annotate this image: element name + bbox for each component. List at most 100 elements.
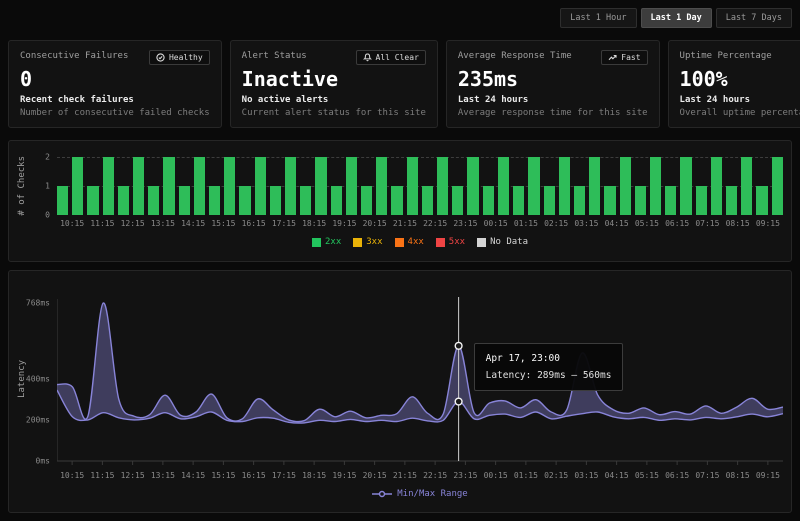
- check-bar[interactable]: [559, 157, 570, 215]
- latency-area-chart: [57, 291, 783, 467]
- check-bar[interactable]: [574, 186, 585, 215]
- x-tick-label: 11:15: [87, 471, 117, 480]
- check-bar[interactable]: [179, 186, 190, 215]
- card-description: Average response time for this site: [458, 108, 648, 118]
- card-subtitle: Recent check failures: [20, 95, 210, 105]
- card-title: Uptime Percentage: [680, 50, 772, 61]
- x-tick-label: 05:15: [632, 471, 662, 480]
- check-bar[interactable]: [87, 186, 98, 215]
- check-bar[interactable]: [711, 157, 722, 215]
- check-bar[interactable]: [513, 186, 524, 215]
- time-range-button-last-1-day[interactable]: Last 1 Day: [641, 8, 712, 28]
- x-tick-label: 07:15: [692, 471, 722, 480]
- x-tick-label: 01:15: [511, 219, 541, 228]
- check-bar[interactable]: [604, 186, 615, 215]
- x-tick-label: 22:15: [420, 471, 450, 480]
- card-description: Number of consecutive failed checks: [20, 108, 210, 118]
- check-bar[interactable]: [620, 157, 631, 215]
- check-bar[interactable]: [452, 186, 463, 215]
- check-bar[interactable]: [376, 157, 387, 215]
- legend-label: 3xx: [366, 237, 382, 247]
- check-bar[interactable]: [772, 157, 783, 215]
- stat-card-alert-status: Alert StatusAll ClearInactiveNo active a…: [230, 40, 438, 128]
- check-bar[interactable]: [407, 157, 418, 215]
- check-bar[interactable]: [72, 157, 83, 215]
- legend-item-5xx: 5xx: [436, 237, 465, 247]
- tooltip-value: Latency: 289ms – 560ms: [486, 370, 612, 381]
- x-tick-label: 03:15: [571, 471, 601, 480]
- check-bar[interactable]: [57, 186, 68, 215]
- check-bar[interactable]: [285, 157, 296, 215]
- legend-label: 2xx: [325, 237, 341, 247]
- check-bar[interactable]: [437, 157, 448, 215]
- check-bar[interactable]: [224, 157, 235, 215]
- card-title: Consecutive Failures: [20, 50, 128, 61]
- check-bar[interactable]: [239, 186, 250, 215]
- latency-ytick-label: 200ms: [26, 415, 50, 424]
- check-bar[interactable]: [118, 186, 129, 215]
- x-tick-label: 16:15: [239, 219, 269, 228]
- x-tick-label: 14:15: [178, 471, 208, 480]
- stat-cards-row: Consecutive FailuresHealthy0Recent check…: [8, 40, 792, 128]
- card-title: Alert Status: [242, 50, 307, 61]
- check-bar[interactable]: [544, 186, 555, 215]
- check-bar[interactable]: [300, 186, 311, 215]
- check-bar[interactable]: [635, 186, 646, 215]
- check-bar[interactable]: [103, 157, 114, 215]
- check-circle-icon: [156, 53, 165, 62]
- check-bar[interactable]: [346, 157, 357, 215]
- check-bar[interactable]: [665, 186, 676, 215]
- x-tick-label: 23:15: [450, 219, 480, 228]
- latency-ytick-label: 768ms: [26, 299, 50, 308]
- check-bar[interactable]: [528, 157, 539, 215]
- card-subtitle: No active alerts: [242, 95, 426, 105]
- check-bar[interactable]: [361, 186, 372, 215]
- card-subtitle: Last 24 hours: [680, 95, 800, 105]
- check-bar[interactable]: [270, 186, 281, 215]
- check-bar[interactable]: [209, 186, 220, 215]
- check-bar[interactable]: [741, 157, 752, 215]
- check-bar[interactable]: [756, 186, 767, 215]
- bell-icon: [363, 53, 372, 62]
- check-bar[interactable]: [467, 157, 478, 215]
- bar-chart-plot[interactable]: 2 1 0: [57, 157, 783, 215]
- check-bar[interactable]: [422, 186, 433, 215]
- check-bar[interactable]: [726, 186, 737, 215]
- x-tick-label: 04:15: [602, 471, 632, 480]
- check-bar[interactable]: [255, 157, 266, 215]
- stat-card-average-response-time: Average Response TimeFast235msLast 24 ho…: [446, 40, 660, 128]
- time-range-button-last-7-days[interactable]: Last 7 Days: [716, 8, 792, 28]
- dashboard-page: Last 1 HourLast 1 DayLast 7 Days Consecu…: [0, 0, 800, 521]
- check-bar[interactable]: [650, 157, 661, 215]
- x-tick-label: 08:15: [723, 471, 753, 480]
- check-bar[interactable]: [194, 157, 205, 215]
- check-bar[interactable]: [589, 157, 600, 215]
- check-bar[interactable]: [391, 186, 402, 215]
- crosshair-min-dot: [455, 398, 462, 405]
- bar-series: [57, 157, 783, 215]
- crosshair-max-dot: [455, 342, 462, 349]
- x-tick-label: 01:15: [511, 471, 541, 480]
- time-range-button-last-1-hour[interactable]: Last 1 Hour: [560, 8, 636, 28]
- x-tick-label: 10:15: [57, 219, 87, 228]
- latency-ytick-label: 0ms: [36, 457, 50, 466]
- x-tick-label: 21:15: [390, 471, 420, 480]
- check-bar[interactable]: [315, 157, 326, 215]
- check-bar[interactable]: [133, 157, 144, 215]
- check-bar[interactable]: [498, 157, 509, 215]
- x-tick-label: 15:15: [208, 219, 238, 228]
- legend-label: 5xx: [449, 237, 465, 247]
- legend-swatch: [477, 238, 486, 247]
- check-bar[interactable]: [163, 157, 174, 215]
- check-bar[interactable]: [696, 186, 707, 215]
- check-bar[interactable]: [148, 186, 159, 215]
- latency-plot[interactable]: Apr 17, 23:00 Latency: 289ms – 560ms 0ms…: [57, 291, 783, 467]
- checks-bar-chart-panel: # of Checks 2 1 0 10:1511:1512:1513:1514…: [8, 140, 792, 262]
- x-tick-label: 18:15: [299, 219, 329, 228]
- check-bar[interactable]: [680, 157, 691, 215]
- check-bar[interactable]: [483, 186, 494, 215]
- time-range-group: Last 1 HourLast 1 DayLast 7 Days: [8, 8, 792, 28]
- check-bar[interactable]: [331, 186, 342, 215]
- x-tick-label: 17:15: [269, 219, 299, 228]
- trending-up-icon: [608, 53, 617, 62]
